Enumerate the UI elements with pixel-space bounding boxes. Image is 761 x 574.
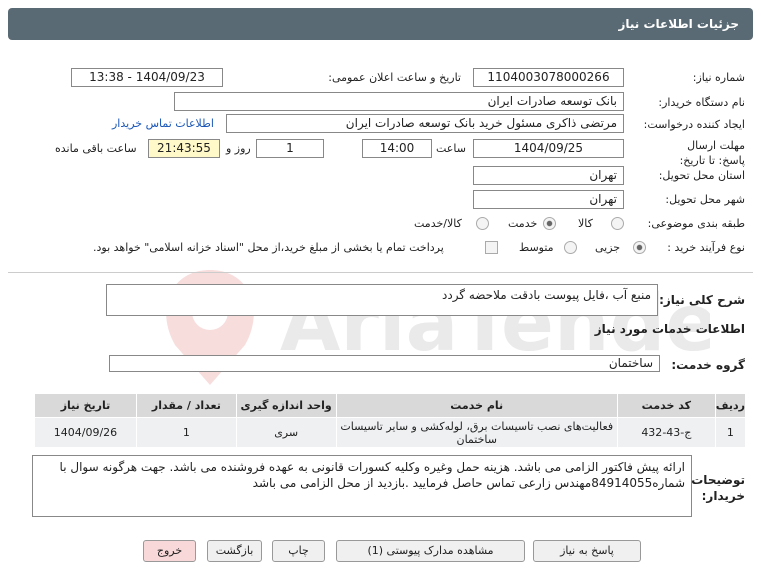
print-button[interactable]: چاپ [272,540,325,562]
exit-button[interactable]: خروج [143,540,196,562]
reply-button[interactable]: پاسخ به نیاز [533,540,641,562]
category-label: طبقه بندی موضوعی: [647,217,745,230]
process-label: نوع فرآیند خرید : [667,241,745,254]
back-button[interactable]: بازگشت [207,540,262,562]
deadline-label: مهلت ارسال پاسخ: تا تاریخ: [679,139,745,167]
cell-date: 1404/09/26 [34,417,137,448]
process-option-medium: متوسط [519,241,554,254]
table-header-row: ردیف کد خدمت نام خدمت واحد اندازه گیری ت… [34,393,747,418]
deadline-time-field: 14:00 [362,139,432,158]
col-date: تاریخ نیاز [34,393,137,418]
need-number-field: 1104003078000266 [473,68,624,87]
deadline-date-field: 1404/09/25 [473,139,624,158]
col-qty: تعداد / مقدار [135,393,237,418]
deadline-time-label: ساعت [436,142,466,155]
col-code: کد خدمت [616,393,716,418]
days-label: روز و [226,142,251,155]
notes-field: ارائه پیش فاکتور الزامی می باشد. هزینه ح… [32,455,692,517]
remaining-time-field: 21:43:55 [148,139,220,158]
category-option-service: خدمت [508,217,538,230]
buyer-field: بانک توسعه صادرات ایران [174,92,624,111]
table-row: 1 ج-43-432 فعالیت‌های نصب تاسیسات برق، ل… [34,417,747,448]
cell-qty: 1 [135,417,237,448]
service-group-label: گروه خدمت: [671,358,745,372]
category-option-goods-service: کالا/خدمت [414,217,462,230]
city-field: تهران [473,190,624,209]
page-title-bar: جزئیات اطلاعات نیاز [8,8,753,40]
process-radio-medium[interactable] [564,241,577,254]
province-field: تهران [473,166,624,185]
need-number-label: شماره نیاز: [692,71,745,84]
service-group-field: ساختمان [109,355,660,372]
treasury-checkbox[interactable] [485,241,498,254]
announce-field: 1404/09/23 - 13:38 [71,68,223,87]
col-row: ردیف [714,393,747,418]
remaining-label: ساعت باقی مانده [55,142,137,155]
buyer-contact-link[interactable]: اطلاعات تماس خریدار [112,117,214,130]
cell-code: ج-43-432 [616,417,716,448]
category-radio-service[interactable] [543,217,556,230]
creator-field: مرتضی ذاکری مسئول خرید بانک توسعه صادرات… [226,114,624,133]
category-option-goods: کالا [578,217,593,230]
cell-name: فعالیت‌های نصب تاسیسات برق، لوله‌کشی و س… [335,417,618,448]
city-label: شهر محل تحویل: [665,193,745,206]
announce-label: تاریخ و ساعت اعلان عمومی: [328,71,461,84]
process-radio-minor[interactable] [633,241,646,254]
summary-label: شرح کلی نیاز: [659,293,745,307]
col-name: نام خدمت [335,393,618,418]
summary-field: منبع آب ،فایل پیوست بادقت ملاحضه گردد [106,284,658,316]
category-radio-goods[interactable] [611,217,624,230]
category-radio-goods-service[interactable] [476,217,489,230]
process-option-minor: جزیی [595,241,621,254]
treasury-note: پرداخت تمام یا بخشی از مبلغ خرید،از محل … [93,241,444,254]
days-field: 1 [256,139,324,158]
col-unit: واحد اندازه گیری [235,393,337,418]
cell-row: 1 [714,417,747,448]
services-title: اطلاعات خدمات مورد نیاز [594,322,745,336]
creator-label: ایجاد کننده درخواست: [643,118,745,131]
page-title: جزئیات اطلاعات نیاز [618,17,739,31]
view-docs-button[interactable]: مشاهده مدارک پیوستی (1) [336,540,525,562]
province-label: استان محل تحویل: [658,169,745,182]
services-table: ردیف کد خدمت نام خدمت واحد اندازه گیری ت… [34,393,747,448]
divider [8,272,753,273]
buyer-label: نام دستگاه خریدار: [658,96,745,109]
cell-unit: سری [235,417,337,448]
